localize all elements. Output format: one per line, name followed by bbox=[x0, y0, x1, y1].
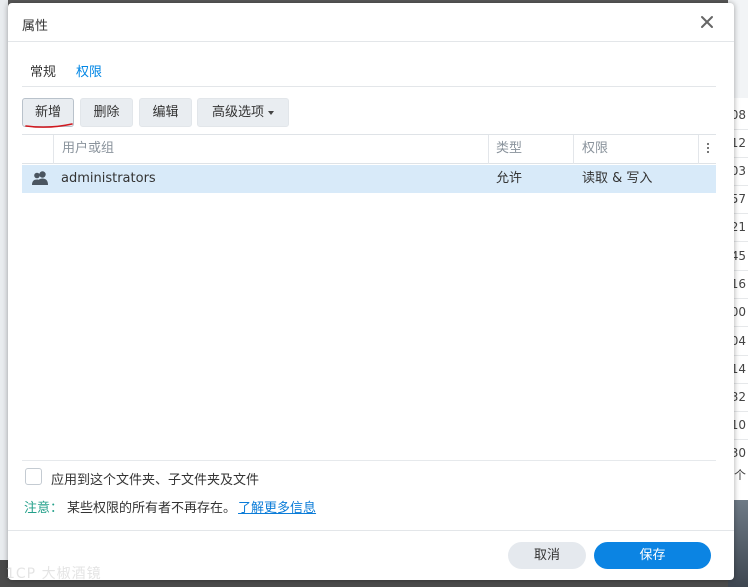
permissions-table: 用户或组 类型 权限 administrators 允许 读取 & 写入 bbox=[22, 134, 716, 460]
table-row[interactable]: administrators 允许 读取 & 写入 bbox=[22, 165, 716, 193]
advanced-options-label: 高级选项 bbox=[211, 105, 264, 120]
user-name: administrators bbox=[61, 171, 156, 186]
column-header-user[interactable]: 用户或组 bbox=[62, 135, 114, 164]
close-icon[interactable] bbox=[698, 13, 716, 31]
properties-dialog: 属性 常规 权限 新增 删除 编辑 高级选项 用户或组 类型 权限 admini… bbox=[8, 3, 734, 580]
tab-general[interactable]: 常规 bbox=[30, 61, 56, 80]
edit-button[interactable]: 编辑 bbox=[139, 98, 192, 127]
learn-more-link[interactable]: 了解更多信息 bbox=[238, 501, 316, 516]
column-menu-icon[interactable] bbox=[702, 141, 714, 157]
save-button[interactable]: 保存 bbox=[594, 542, 711, 569]
apply-to-subfolders-label[interactable]: 应用到这个文件夹、子文件夹及文件 bbox=[51, 469, 259, 488]
note: 注意： 某些权限的所有者不再存在。 了解更多信息 bbox=[24, 497, 316, 516]
permission-value: 读取 & 写入 bbox=[582, 171, 653, 186]
title-divider bbox=[8, 41, 734, 42]
permission-type: 允许 bbox=[496, 171, 523, 186]
cancel-button[interactable]: 取消 bbox=[508, 542, 586, 569]
apply-to-subfolders-checkbox[interactable] bbox=[25, 468, 42, 485]
background-number: 个 bbox=[733, 468, 746, 482]
watermark: 1CP 大椒酒镜 bbox=[6, 566, 102, 582]
delete-button[interactable]: 删除 bbox=[80, 98, 133, 127]
tabs-divider bbox=[22, 86, 716, 87]
background-window-left bbox=[0, 0, 8, 587]
footer-divider bbox=[8, 530, 734, 531]
column-header-permission[interactable]: 权限 bbox=[582, 135, 608, 164]
user-group-icon bbox=[32, 171, 48, 185]
dialog-title: 属性 bbox=[22, 19, 49, 34]
tab-permissions[interactable]: 权限 bbox=[76, 61, 102, 80]
column-header-type[interactable]: 类型 bbox=[496, 135, 522, 164]
red-underline-annotation bbox=[25, 123, 73, 128]
note-label: 注意： bbox=[24, 501, 64, 516]
chevron-down-icon bbox=[268, 110, 274, 115]
note-text: 某些权限的所有者不再存在。 bbox=[67, 501, 237, 516]
table-divider bbox=[22, 460, 716, 461]
table-header: 用户或组 类型 权限 bbox=[22, 135, 716, 164]
advanced-options-button[interactable]: 高级选项 bbox=[197, 98, 289, 127]
